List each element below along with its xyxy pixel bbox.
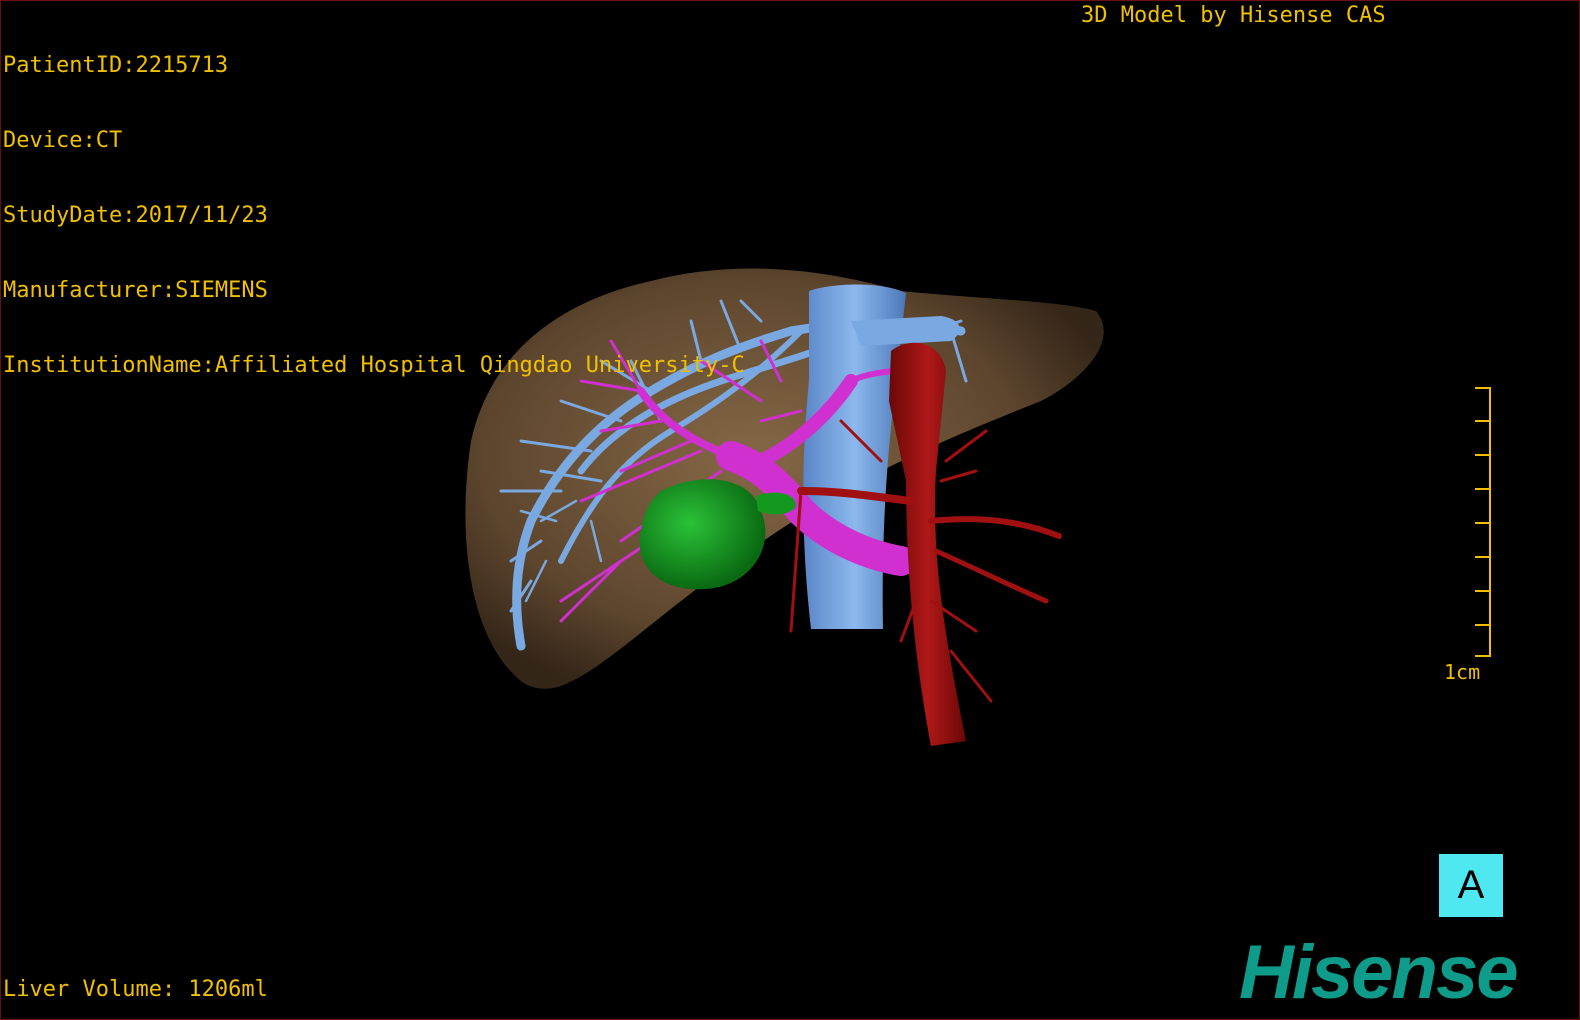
view-orientation-button[interactable]: A xyxy=(1439,854,1503,917)
scale-bar xyxy=(1475,387,1491,657)
dicom-info-overlay: PatientID:2215713 Device:CT StudyDate:20… xyxy=(3,3,745,428)
institution-text: InstitutionName:Affiliated Hospital Qing… xyxy=(3,353,745,378)
scale-bar-label: 1cm xyxy=(1444,660,1481,684)
3d-viewport[interactable]: PatientID:2215713 Device:CT StudyDate:20… xyxy=(0,0,1580,1020)
study-date-text: StudyDate:2017/11/23 xyxy=(3,203,268,228)
liver-volume-text: Liver Volume: 1206ml xyxy=(3,977,268,1002)
manufacturer-text: Manufacturer:SIEMENS xyxy=(3,278,268,303)
hisense-logo-text: Hisense xyxy=(1239,930,1518,1015)
patient-id-text: PatientID:2215713 xyxy=(3,53,229,78)
tumor-mass xyxy=(639,479,766,590)
model-credit-text: 3D Model by Hisense CAS xyxy=(1081,3,1386,28)
device-text: Device:CT xyxy=(3,128,123,153)
hisense-logo: Hisense xyxy=(1239,935,1518,1011)
